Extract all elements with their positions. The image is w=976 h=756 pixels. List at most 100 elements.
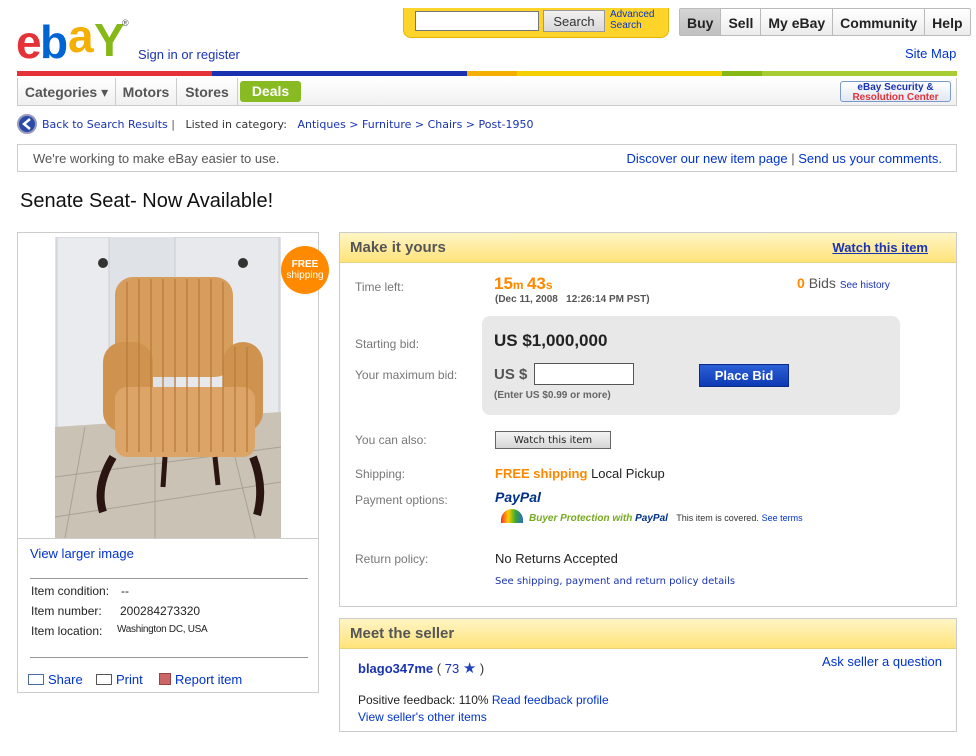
- seller-info: blago347me ( 73 ★ ): [358, 659, 484, 677]
- item-number-value: 200284273320: [120, 604, 201, 618]
- read-feedback-link[interactable]: Read feedback profile: [492, 693, 609, 707]
- see-history-link[interactable]: See history: [840, 280, 890, 291]
- view-larger-image-link[interactable]: View larger image: [30, 546, 134, 561]
- search-input[interactable]: [415, 11, 539, 31]
- buyer-protection: Buyer Protection with PayPal This item i…: [501, 509, 803, 524]
- place-bid-button[interactable]: Place Bid: [699, 364, 789, 387]
- divider: [18, 538, 318, 539]
- bid-count-label: Bids: [808, 275, 836, 291]
- bid-panel-heading: Make it yours: [350, 239, 446, 256]
- svg-text:e: e: [16, 16, 41, 64]
- see-terms-link[interactable]: See terms: [762, 513, 803, 523]
- item-location-label: Item location:: [31, 624, 103, 638]
- tab-buy[interactable]: Buy: [680, 9, 722, 35]
- category-path-link[interactable]: Antiques > Furniture > Chairs > Post-195…: [297, 118, 533, 131]
- starting-bid-label: Starting bid:: [355, 337, 420, 351]
- tab-sell[interactable]: Sell: [721, 9, 762, 35]
- item-number: Item number: 200284273320: [31, 604, 200, 618]
- score-close: ): [476, 661, 485, 676]
- bid-panel: Make it yours Watch this item Time left:…: [339, 232, 957, 607]
- share-label: Share: [48, 672, 83, 687]
- star-icon: ★: [462, 660, 477, 677]
- item-number-label: Item number:: [31, 604, 102, 618]
- print-link[interactable]: Print: [96, 672, 143, 687]
- search-bar: Search Advanced Search: [403, 8, 669, 38]
- bid-count: 0 Bids See history: [797, 275, 890, 291]
- stores-link[interactable]: Stores: [177, 78, 238, 105]
- divider: [30, 578, 308, 579]
- seller-panel-heading: Meet the seller: [350, 625, 455, 642]
- payment-options-label: Payment options:: [355, 493, 448, 507]
- score-open: (: [433, 661, 445, 676]
- watch-item-link[interactable]: Watch this item: [832, 240, 928, 255]
- motors-link[interactable]: Motors: [116, 78, 177, 105]
- free-shipping-line1: FREE: [291, 259, 319, 270]
- shipping-method: Local Pickup: [591, 466, 665, 481]
- top-nav: Buy Sell My eBay Community Help: [679, 8, 971, 36]
- category-bar: Categories ▾ Motors Stores Deals eBay Se…: [17, 78, 957, 106]
- share-link[interactable]: Share: [28, 672, 83, 687]
- back-arrow-icon[interactable]: [17, 114, 37, 134]
- item-location-value: Washington DC, USA: [117, 624, 208, 635]
- item-condition-value: --: [121, 584, 129, 598]
- site-map-link[interactable]: Site Map: [905, 46, 956, 61]
- banner-links: Discover our new item page | Send us you…: [626, 151, 942, 166]
- item-location: Item location: Washington DC, USA: [31, 624, 208, 638]
- item-photo-panel: FREE shipping View larger image Item con…: [17, 232, 329, 693]
- see-policy-details-link[interactable]: See shipping, payment and return policy …: [495, 576, 735, 587]
- tab-help[interactable]: Help: [925, 9, 969, 35]
- item-condition-label: Item condition:: [31, 584, 110, 598]
- printer-icon: [96, 674, 112, 685]
- send-comments-link[interactable]: Send us your comments.: [798, 151, 942, 166]
- time-left-value: 15m 43s: [494, 274, 553, 294]
- flag-icon: [159, 673, 171, 685]
- tab-my-ebay[interactable]: My eBay: [761, 9, 834, 35]
- bid-box: US $1,000,000 US $ (Enter US $0.99 or mo…: [482, 316, 900, 415]
- color-stripe: [17, 71, 957, 76]
- seller-panel-header: Meet the seller: [340, 619, 956, 649]
- report-item-link[interactable]: Report item: [159, 672, 242, 687]
- svg-text:Y: Y: [94, 14, 124, 64]
- time-left-label: Time left:: [355, 280, 404, 294]
- sign-in-link[interactable]: Sign in or register: [138, 47, 240, 62]
- divider: [30, 657, 308, 658]
- deals-button[interactable]: Deals: [240, 81, 301, 102]
- bid-count-value: 0: [797, 275, 805, 291]
- watch-item-button[interactable]: Watch this item: [495, 431, 611, 449]
- feedback-banner: We're working to make eBay easier to use…: [17, 144, 957, 172]
- max-bid-currency: US $: [494, 366, 528, 383]
- back-to-search-link[interactable]: Back to Search Results: [42, 118, 168, 131]
- feedback-score-link[interactable]: 73: [445, 661, 459, 676]
- search-button[interactable]: Search: [543, 10, 605, 32]
- max-bid-input[interactable]: [534, 363, 634, 385]
- discover-new-item-page-link[interactable]: Discover our new item page: [626, 151, 787, 166]
- security-center-line2: Resolution Center: [852, 92, 939, 103]
- banner-message: We're working to make eBay easier to use…: [33, 151, 280, 166]
- ask-seller-link[interactable]: Ask seller a question: [822, 654, 942, 669]
- can-also-label: You can also:: [355, 433, 427, 447]
- svg-text:a: a: [68, 12, 94, 62]
- svg-text:®: ®: [122, 18, 129, 28]
- shipping-label: Shipping:: [355, 467, 406, 481]
- time-seconds-unit: s: [545, 278, 553, 292]
- ebay-logo[interactable]: e b a Y ®: [16, 10, 136, 68]
- end-date: (Dec 11, 2008 12:26:14 PM PST): [495, 294, 650, 305]
- minimum-bid-hint: (Enter US $0.99 or more): [494, 390, 611, 401]
- paypal-logo: PayPal: [495, 489, 541, 505]
- item-photo[interactable]: [55, 237, 281, 538]
- umbrella-icon: [501, 509, 523, 523]
- security-center-link[interactable]: eBay Security & Resolution Center: [840, 81, 951, 103]
- shipping-value: FREE shipping Local Pickup: [495, 466, 665, 481]
- seller-name-link[interactable]: blago347me: [358, 661, 433, 676]
- categories-menu[interactable]: Categories ▾: [18, 78, 116, 105]
- listed-in-label: Listed in category:: [185, 118, 287, 131]
- item-title: Senate Seat- Now Available!: [20, 190, 274, 212]
- tab-community[interactable]: Community: [833, 9, 926, 35]
- max-bid-label: Your maximum bid:: [355, 368, 458, 382]
- advanced-search-link[interactable]: Advanced Search: [610, 9, 666, 31]
- starting-bid-value: US $1,000,000: [494, 331, 608, 350]
- positive-feedback-value: 110%: [458, 693, 489, 707]
- free-shipping-badge: FREE shipping: [281, 246, 329, 294]
- seller-other-items-link[interactable]: View seller's other items: [358, 710, 487, 724]
- svg-text:b: b: [40, 16, 67, 64]
